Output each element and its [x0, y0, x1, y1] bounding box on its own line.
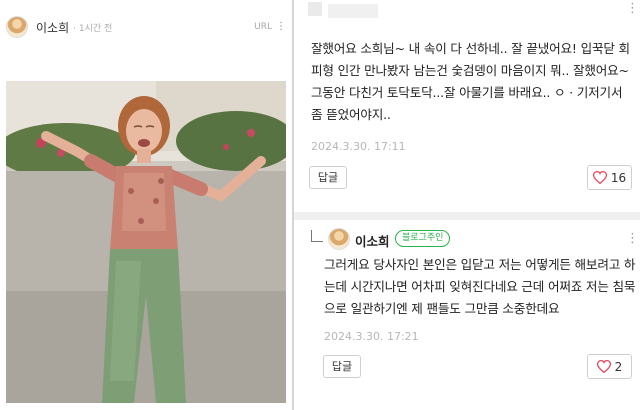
photo-illustration	[6, 81, 286, 403]
heart-icon	[592, 171, 607, 184]
post-header: 이소희 · 1시간 전 URL ⋮	[6, 14, 286, 40]
heart-icon	[596, 360, 611, 373]
reply-author-name[interactable]: 이소희	[355, 231, 390, 250]
reply-item: 이소희 블로그주인 ⋮ 그러게요 당사자인 본인은 입닫고 저는 어떻게든 해보…	[294, 220, 640, 410]
reply-text: 그러게요 당사자인 본인은 입닫고 저는 어떻게든 해보려고 하는데 시간지나면…	[324, 257, 636, 316]
blog-owner-badge: 블로그주인	[395, 230, 451, 247]
comments-panel: ⋮ 잘했어요 소희님~ 내 속이 다 선하네.. 잘 끝냈어요! 입꾹닫 회피형…	[294, 0, 640, 410]
reply-date: 2024.3.30. 17:21	[324, 330, 419, 343]
post-time: · 1시간 전	[73, 23, 113, 34]
like-button[interactable]: 16	[587, 165, 632, 190]
blurred-commenter-name	[328, 4, 378, 18]
blurred-avatar	[308, 2, 322, 16]
blog-post-panel: 이소희 · 1시간 전 URL ⋮	[0, 0, 292, 410]
comment-separator	[294, 212, 640, 220]
author-name[interactable]: 이소희	[36, 19, 69, 36]
like-count: 16	[610, 170, 627, 185]
url-button[interactable]: URL	[254, 22, 272, 32]
comment-item: ⋮ 잘했어요 소희님~ 내 속이 다 선하네.. 잘 끝냈어요! 입꾹닫 회피형…	[294, 0, 640, 212]
author-avatar[interactable]	[328, 228, 350, 250]
post-photo	[6, 81, 286, 403]
more-vertical-icon[interactable]: ⋮	[626, 2, 639, 15]
author-avatar[interactable]	[6, 16, 28, 38]
reply-button[interactable]: 답글	[323, 355, 361, 378]
reply-button[interactable]: 답글	[309, 166, 347, 189]
comment-text: 잘했어요 소희님~ 내 속이 다 선하네.. 잘 끝냈어요! 입꾹닫 회피형 인…	[311, 41, 630, 122]
reply-arrow-icon	[311, 230, 323, 242]
like-button[interactable]: 2	[587, 354, 632, 379]
like-count: 2	[614, 359, 623, 374]
more-vertical-icon[interactable]: ⋮	[276, 22, 286, 32]
comment-date: 2024.3.30. 17:11	[311, 140, 406, 153]
more-vertical-icon[interactable]: ⋮	[626, 232, 639, 245]
